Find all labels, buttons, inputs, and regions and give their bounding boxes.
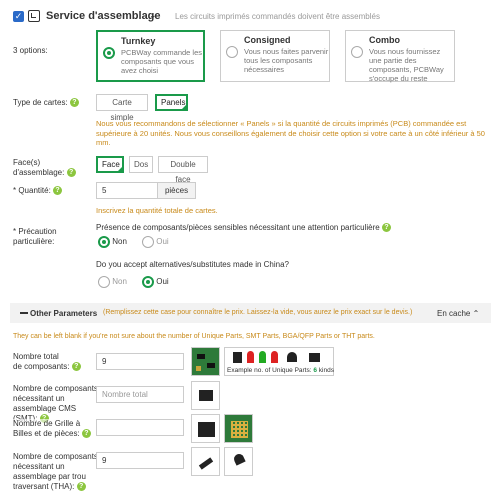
tht-label: Nombre de composants nécessitant un assemb…: [13, 452, 98, 492]
tht-diode-image: [191, 447, 220, 476]
section-subtitle: Les circuits imprimés commandés doivent …: [175, 12, 380, 21]
other-params-bar[interactable]: Other Parameters (Remplissez cette case …: [10, 303, 491, 323]
sensitive-no[interactable]: Non: [98, 236, 127, 248]
sensitive-no-radio[interactable]: [98, 236, 110, 248]
assembly-icon: [28, 10, 40, 22]
sensitive-yes[interactable]: Oui: [142, 236, 169, 248]
panels-note: Nous vous recommandons de sélectionner «…: [96, 119, 485, 147]
red-led-icon: [247, 351, 254, 363]
combo-title: Combo: [369, 35, 400, 45]
option-turnkey[interactable]: Turnkey PCBWay commande les composants q…: [96, 30, 205, 82]
consigned-title: Consigned: [244, 35, 291, 45]
face-back[interactable]: Dos: [129, 156, 153, 173]
alternatives-yes-radio[interactable]: [142, 276, 154, 288]
quantity-unit: pièces: [157, 182, 196, 199]
alternatives-no-radio[interactable]: [98, 276, 110, 288]
red-led-icon-2: [271, 351, 278, 363]
chip-icon: [309, 353, 320, 362]
faces-label: Face(s) d'assemblage: ?: [13, 158, 76, 178]
face-double[interactable]: Double face: [158, 156, 208, 184]
example-caption: Example no. of Unique Parts: 6 kinds: [227, 367, 334, 374]
assembly-checkbox[interactable]: ✓: [13, 11, 24, 22]
quantity-label: * Quantité: ?: [13, 186, 63, 196]
board-type-panels[interactable]: Panels: [155, 94, 188, 111]
turnkey-title: Turnkey: [121, 36, 156, 46]
section-title: Service d'assemblage: [46, 10, 161, 22]
help-icon[interactable]: ?: [381, 223, 391, 233]
bga-chip-image: [224, 414, 253, 443]
smt-label: Nombre de composants nécessitant un assemb…: [13, 384, 98, 424]
smt-input[interactable]: Nombre total: [96, 386, 184, 403]
black-part-icon: [233, 352, 242, 363]
face-front[interactable]: Face: [96, 156, 124, 173]
help-icon[interactable]: ?: [53, 186, 63, 196]
pcb-board-image: [191, 347, 220, 376]
total-components-input[interactable]: 9: [96, 353, 184, 370]
option-consigned[interactable]: Consigned Vous nous faites parvenir tous…: [220, 30, 330, 82]
hide-toggle[interactable]: En cache ⌃: [437, 309, 479, 318]
help-icon[interactable]: ?: [76, 482, 86, 492]
quantity-hint: Inscrivez la quantité totale de cartes.: [96, 206, 218, 215]
qfp-chip-image: [191, 414, 220, 443]
help-icon[interactable]: ?: [66, 168, 76, 178]
bga-input[interactable]: [96, 419, 184, 436]
help-icon[interactable]: ?: [81, 429, 91, 439]
tht-input[interactable]: 9: [96, 452, 184, 469]
alternatives-yes[interactable]: Oui: [142, 276, 169, 288]
alternatives-question: Do you accept alternatives/substitutes m…: [96, 260, 289, 269]
bga-label: Nombre de Grille à Billes et de pièces: ?: [13, 419, 91, 439]
alternatives-no[interactable]: Non: [98, 276, 127, 288]
option-combo[interactable]: Combo Vous nous fournissez une partie de…: [345, 30, 455, 83]
precaution-label: * Précaution particulière:: [13, 227, 57, 246]
green-led-icon: [259, 351, 266, 363]
smt-part-image: [191, 381, 220, 410]
quantity-input[interactable]: 5: [96, 182, 158, 199]
blank-note: They can be left blank if you're not sur…: [13, 333, 375, 340]
combo-desc: Vous nous fournissez une partie des comp…: [369, 47, 444, 83]
chevron-up-icon: ⌃: [472, 309, 480, 318]
chevron-down-icon[interactable]: ⌄: [149, 10, 157, 21]
consigned-radio[interactable]: [226, 46, 238, 58]
transistor-icon: [287, 352, 297, 362]
board-type-single[interactable]: Carte simple: [96, 94, 148, 122]
other-params-hint: (Remplissez cette case pour connaître le…: [103, 309, 413, 316]
total-components-label: Nombre total de composants: ?: [13, 352, 81, 372]
unique-parts-example: Example no. of Unique Parts: 6 kinds: [224, 347, 334, 376]
turnkey-radio[interactable]: [103, 47, 115, 59]
collapse-icon: [20, 312, 28, 314]
sensitive-yes-radio[interactable]: [142, 236, 154, 248]
consigned-desc: Vous nous faites parvenir tous les compo…: [244, 47, 329, 74]
help-icon[interactable]: ?: [71, 362, 81, 372]
turnkey-desc: PCBWay commande les composants que vous …: [121, 48, 202, 75]
tht-transistor-image: [224, 447, 253, 476]
combo-radio[interactable]: [351, 46, 363, 58]
sensitive-question: Présence de composants/pièces sensibles …: [96, 223, 391, 233]
help-icon[interactable]: ?: [69, 98, 79, 108]
options-label: 3 options:: [13, 46, 48, 55]
board-type-label: Type de cartes: ?: [13, 98, 79, 108]
other-params-title: Other Parameters: [30, 309, 98, 318]
